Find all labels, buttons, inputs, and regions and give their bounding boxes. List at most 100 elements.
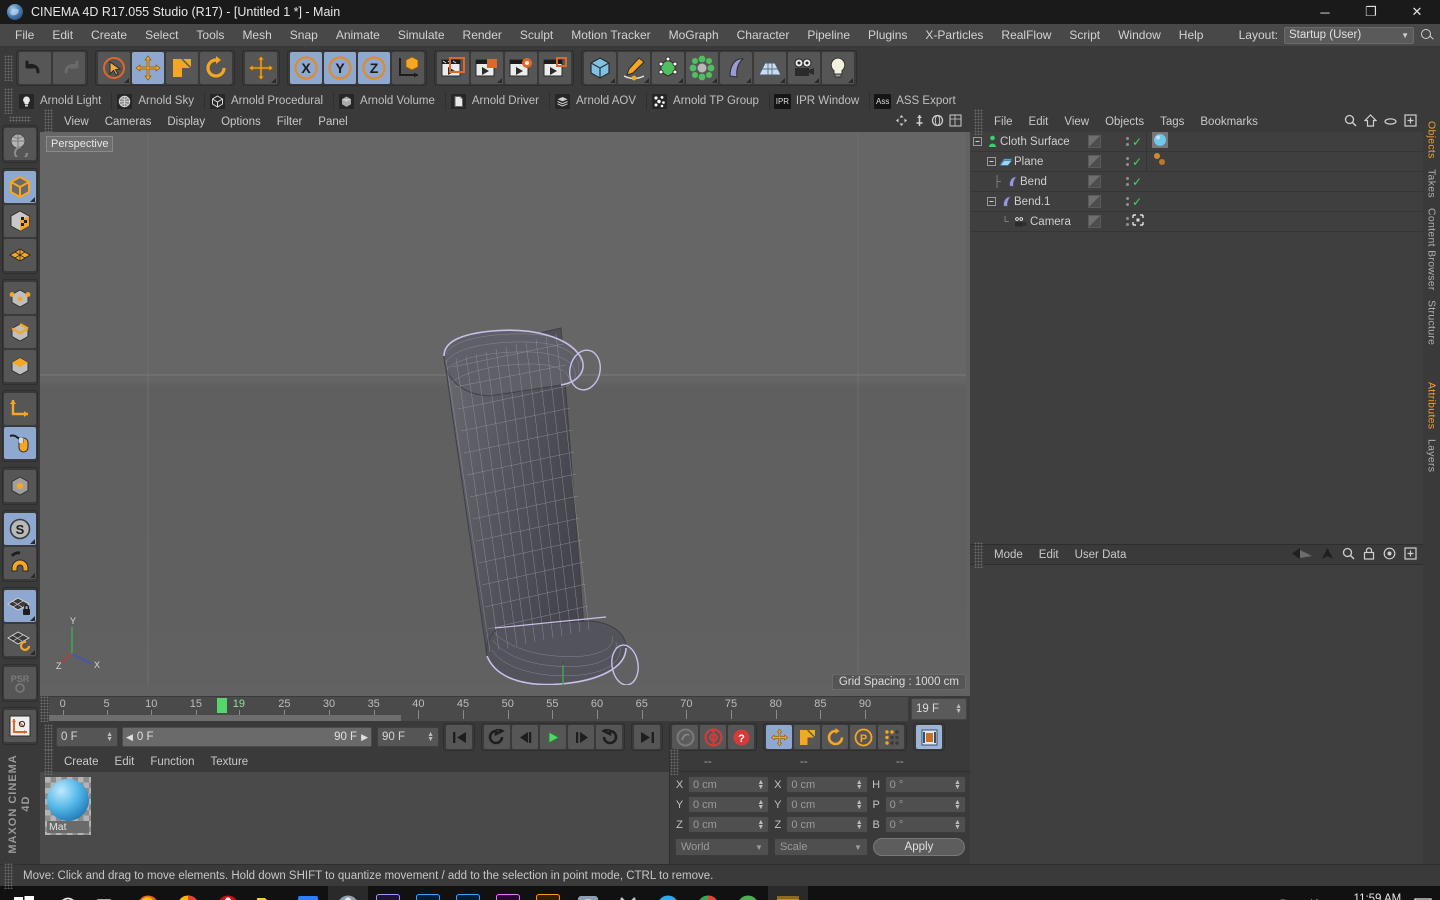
frame-range-slider[interactable]: ◀ 0 F 90 F ▶: [122, 727, 372, 747]
transport-grip[interactable]: [44, 724, 53, 750]
end-frame-field[interactable]: 90 F ▲ ▼: [377, 727, 439, 747]
zoom-icon[interactable]: [913, 114, 926, 130]
menu-pipeline[interactable]: Pipeline: [798, 24, 859, 46]
menu-snap[interactable]: Snap: [281, 24, 327, 46]
object-tags-area[interactable]: [1146, 132, 1423, 151]
move-tool-button[interactable]: [245, 52, 277, 84]
tab-layers[interactable]: Layers: [1425, 434, 1439, 477]
menu-select[interactable]: Select: [136, 24, 187, 46]
menu-render[interactable]: Render: [454, 24, 511, 46]
planar-workplane-button[interactable]: [4, 624, 36, 657]
render-view-button[interactable]: [437, 52, 469, 84]
redo-button[interactable]: [53, 52, 85, 84]
attribute-manager-grip[interactable]: [974, 541, 983, 568]
object-visibility-tag[interactable]: [1088, 155, 1101, 168]
menu-character[interactable]: Character: [728, 24, 799, 46]
object-menu-bookmarks[interactable]: Bookmarks: [1192, 112, 1266, 132]
rotate-view-icon[interactable]: [931, 114, 944, 130]
position-key-button[interactable]: [766, 725, 792, 749]
taskbar-app-after-effects[interactable]: Ae: [368, 886, 408, 900]
ipr-window-button[interactable]: IPR IPR Window: [772, 91, 867, 111]
apply-button[interactable]: Apply: [872, 838, 965, 856]
add-tab-icon[interactable]: [1404, 546, 1417, 563]
object-manager-tree[interactable]: Cloth Surface ✓ Plane ✓ ├ Bend ✓ Bend.1 …: [970, 132, 1423, 544]
object-enabled-check[interactable]: ✓: [1132, 135, 1146, 149]
taskbar-app-utorrent[interactable]: [728, 886, 768, 900]
soft-selection-button[interactable]: S: [4, 513, 36, 546]
floor-button[interactable]: [754, 52, 786, 84]
coord-input-rot-b[interactable]: 0 ° ▲ ▼: [884, 816, 966, 833]
object-tag-cell[interactable]: [1088, 215, 1122, 228]
object-tags-area[interactable]: [1146, 152, 1423, 171]
material-menu-edit[interactable]: Edit: [107, 752, 143, 772]
undo-view-button[interactable]: [4, 128, 36, 161]
taskbar-app-chrome-2[interactable]: [688, 886, 728, 900]
edges-mode-button[interactable]: [4, 316, 36, 349]
taskbar-app-scissors[interactable]: [608, 886, 648, 900]
rotation-key-button[interactable]: [822, 725, 848, 749]
parameter-key-button[interactable]: P: [850, 725, 876, 749]
taskbar-app-indesign[interactable]: [568, 886, 608, 900]
tab-attributes[interactable]: Attributes: [1425, 377, 1439, 434]
tab-structure[interactable]: Structure: [1425, 295, 1439, 350]
spinner-icon[interactable]: ▲ ▼: [954, 779, 961, 791]
object-menu-tags[interactable]: Tags: [1152, 112, 1192, 132]
tab-content-browser[interactable]: Content Browser: [1425, 203, 1439, 296]
left-toolbar-grip[interactable]: [9, 116, 31, 123]
range-left-arrow-icon[interactable]: ◀: [126, 732, 133, 743]
menu-window[interactable]: Window: [1109, 24, 1170, 46]
axis-z-button[interactable]: Z: [358, 52, 390, 84]
render-region-button[interactable]: [471, 52, 503, 84]
object-visibility-dots[interactable]: [1122, 157, 1132, 166]
taskbar-clock[interactable]: 11:59 AM 9/15/2017: [1352, 892, 1403, 900]
layout-dropdown[interactable]: Startup (User) ▼: [1284, 26, 1414, 44]
toolbar-grip[interactable]: [4, 55, 13, 81]
arnold-driver-button[interactable]: Arnold Driver: [448, 91, 547, 111]
coord-input-rot-h[interactable]: 0 ° ▲ ▼: [884, 776, 966, 793]
rewind-button[interactable]: [484, 725, 510, 749]
expander-minus-icon[interactable]: [984, 197, 998, 206]
nurbs-button[interactable]: [652, 52, 684, 84]
cube-primitive-button[interactable]: [584, 52, 616, 84]
menu-create[interactable]: Create: [82, 24, 136, 46]
object-camera-marker-icon[interactable]: [1132, 214, 1146, 229]
object-name-cell[interactable]: Plane: [970, 156, 1088, 168]
viewport-menu-options[interactable]: Options: [213, 112, 269, 132]
menu-motion-tracker[interactable]: Motion Tracker: [562, 24, 659, 46]
viewport-menu-cameras[interactable]: Cameras: [97, 112, 160, 132]
spinner-icon[interactable]: ▲ ▼: [954, 819, 961, 831]
coordinate-system-dropdown[interactable]: World ▼: [675, 838, 769, 856]
object-visibility-dots[interactable]: [1122, 197, 1132, 206]
expander-minus-icon[interactable]: [970, 137, 984, 146]
cortana-search-button[interactable]: [48, 886, 88, 900]
attribute-manager-pane[interactable]: [970, 564, 1423, 864]
object-name-cell[interactable]: ├ Bend: [970, 175, 1088, 188]
workplane-button[interactable]: [4, 239, 36, 272]
material-menu-create[interactable]: Create: [56, 752, 107, 772]
search-icon[interactable]: [1420, 28, 1434, 42]
taskbar-app-premiere[interactable]: Pr: [488, 886, 528, 900]
object-visibility-dots[interactable]: [1122, 137, 1132, 146]
back-arrow-icon[interactable]: [1291, 547, 1313, 563]
spinner-icon[interactable]: ▲ ▼: [856, 799, 863, 811]
lock-workplane-button[interactable]: [4, 590, 36, 623]
model-mode-button[interactable]: [4, 171, 36, 204]
texture-mode-button[interactable]: [4, 205, 36, 238]
object-name-cell[interactable]: Cloth Surface: [970, 135, 1088, 148]
start-frame-field[interactable]: 0 F ▲ ▼: [56, 727, 118, 747]
bend-deformer-button[interactable]: [720, 52, 752, 84]
spinner-icon[interactable]: ▲ ▼: [757, 819, 764, 831]
ellipse-icon[interactable]: [1384, 115, 1397, 129]
timeline-toggle-button[interactable]: [916, 725, 942, 749]
play-button[interactable]: [540, 725, 566, 749]
object-menu-view[interactable]: View: [1056, 112, 1097, 132]
object-visibility-tag[interactable]: [1088, 135, 1101, 148]
minimize-button[interactable]: ─: [1302, 0, 1348, 24]
attribute-menu-user-data[interactable]: User Data: [1067, 545, 1135, 565]
points-mode-button[interactable]: [4, 282, 36, 315]
menu-help[interactable]: Help: [1170, 24, 1213, 46]
coord-input-rot-p[interactable]: 0 ° ▲ ▼: [884, 796, 966, 813]
object-enabled-check[interactable]: ✓: [1132, 195, 1146, 209]
object-axis-button[interactable]: [4, 393, 36, 426]
forward-button[interactable]: [596, 725, 622, 749]
